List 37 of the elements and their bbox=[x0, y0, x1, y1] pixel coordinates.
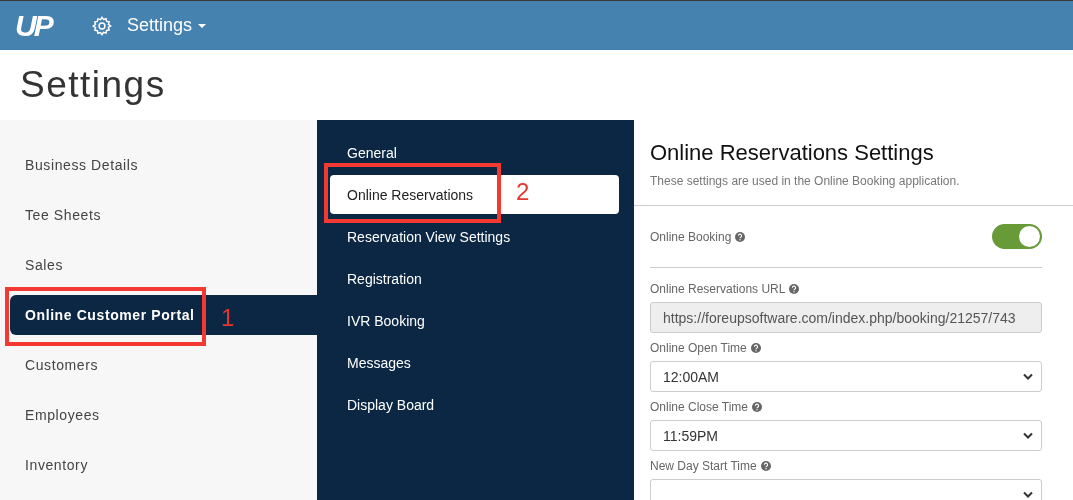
select-field[interactable]: 11:59PM bbox=[650, 420, 1042, 451]
logo[interactable]: UP bbox=[15, 8, 75, 43]
field-label: Online Booking bbox=[650, 229, 732, 244]
chevron-icon bbox=[1023, 491, 1033, 498]
annotation-number: 1 bbox=[221, 304, 235, 332]
caret-icon bbox=[198, 23, 207, 28]
submenu-item[interactable]: Messages bbox=[330, 343, 619, 382]
sidebar-item[interactable]: Business Details bbox=[10, 145, 317, 185]
chevron-icon bbox=[1023, 373, 1033, 380]
field-label: Online Reservations URL bbox=[650, 282, 786, 296]
settings-menu[interactable]: Settings bbox=[127, 15, 207, 36]
sidebar-item[interactable]: Customers bbox=[10, 345, 317, 385]
sidebar-item[interactable]: Tee Sheets bbox=[10, 195, 317, 235]
help-icon[interactable] bbox=[735, 231, 746, 242]
field-label: New Day Start Time bbox=[650, 459, 757, 473]
sidebar-item[interactable]: Inventory bbox=[10, 445, 317, 485]
submenu-item[interactable]: Reservation View Settings bbox=[330, 217, 619, 256]
panel-title: Online Reservations Settings bbox=[650, 140, 935, 166]
annotation-number: 2 bbox=[516, 178, 530, 206]
submenu-item[interactable]: Display Board bbox=[330, 385, 619, 424]
panel-subtitle: These settings are used in the Online Booking application. bbox=[650, 174, 961, 188]
sidebar-item[interactable]: Sales bbox=[10, 245, 317, 285]
submenu-item[interactable]: Registration bbox=[330, 259, 619, 298]
field-label: Online Open Time bbox=[650, 341, 747, 355]
help-icon[interactable] bbox=[750, 343, 761, 353]
page-title: Settings bbox=[20, 64, 166, 106]
chevron-icon bbox=[1023, 432, 1033, 439]
help-icon[interactable] bbox=[789, 284, 800, 294]
help-icon[interactable] bbox=[752, 402, 763, 412]
help-icon[interactable] bbox=[760, 461, 771, 471]
submenu-item[interactable]: IVR Booking bbox=[330, 301, 619, 340]
toggle-switch[interactable] bbox=[992, 224, 1042, 249]
field-label: Online Close Time bbox=[650, 400, 749, 414]
select-field[interactable]: 12:00AM bbox=[650, 361, 1042, 392]
submenu-item[interactable]: General bbox=[330, 133, 619, 172]
gear-icon[interactable] bbox=[91, 14, 113, 37]
sidebar-item[interactable]: Employees bbox=[10, 395, 317, 435]
